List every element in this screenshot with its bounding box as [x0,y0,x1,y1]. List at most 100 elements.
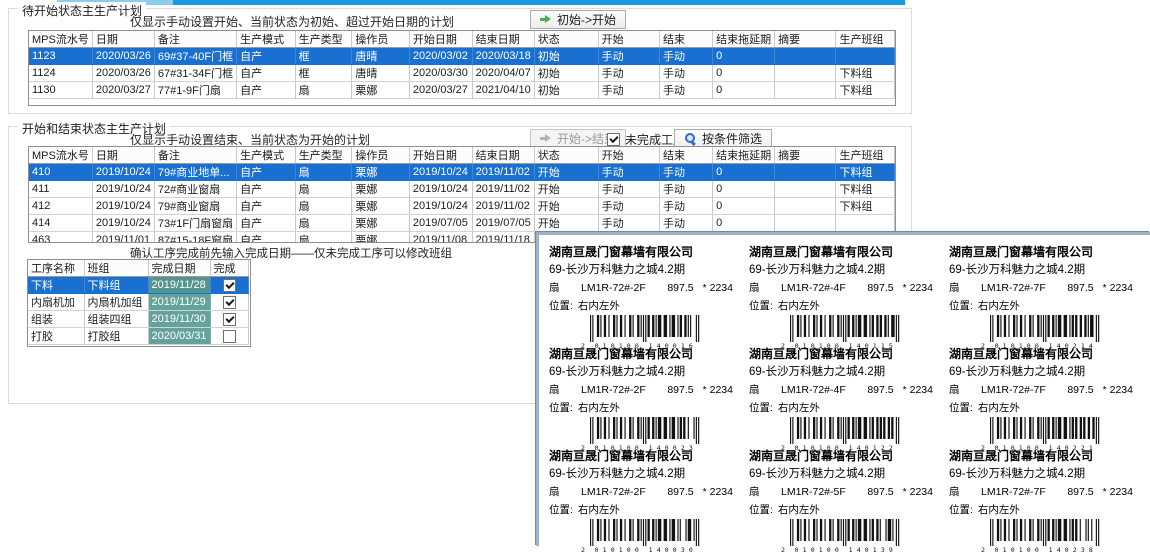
column-header[interactable]: 状态 [534,31,598,48]
table-cell[interactable]: 0 [713,215,775,232]
table-cell[interactable]: 1130 [29,82,92,99]
table-row[interactable]: 11302020/03/2777#1-9F门扇自产扇栗娜2020/03/2720… [29,82,895,99]
column-header[interactable]: 结束 [660,31,713,48]
table-cell[interactable]: 2019/11/02 [472,198,534,215]
pending-plans-table[interactable]: MPS流水号日期备注生产模式生产类型操作员开始日期结束日期状态开始结束结束拖延期… [28,30,896,106]
table-cell[interactable]: 自产 [237,215,295,232]
table-cell[interactable]: 栗娜 [352,181,409,198]
table-cell[interactable]: 内扇机加组 [84,294,148,311]
table-cell[interactable]: 扇 [295,82,352,99]
table-cell[interactable]: 2020/03/18 [472,48,534,65]
table-cell[interactable]: 组装 [28,311,84,328]
table-cell[interactable]: 自产 [237,164,295,181]
table-cell[interactable]: 2019/10/24 [409,164,472,181]
table-cell[interactable]: 自产 [237,198,295,215]
column-header[interactable]: 状态 [534,147,598,164]
table-cell[interactable]: 2020/03/30 [409,65,472,82]
column-header[interactable]: 摘要 [775,31,836,48]
table-cell[interactable]: 手动 [660,65,713,82]
column-header[interactable]: 摘要 [775,147,836,164]
table-cell[interactable]: 411 [29,181,92,198]
table-cell[interactable] [775,48,836,65]
table-cell[interactable]: 0 [713,181,775,198]
table-cell[interactable]: 0 [713,65,775,82]
table-row[interactable]: 11232020/03/2669#37-40F门框自产框唐晴2020/03/02… [29,48,895,65]
active-plans-table[interactable]: MPS流水号日期备注生产模式生产类型操作员开始日期结束日期状态开始结束结束拖延期… [28,146,896,243]
table-cell[interactable]: 2019/10/24 [409,181,472,198]
table-cell[interactable]: 手动 [598,164,659,181]
table-cell[interactable]: 下料 [28,277,84,294]
table-cell[interactable]: 1124 [29,65,92,82]
completion-checkbox[interactable] [223,313,236,326]
table-cell[interactable]: 栗娜 [352,198,409,215]
table-cell[interactable]: 开始 [534,181,598,198]
column-header[interactable]: 结束日期 [472,147,534,164]
table-cell[interactable]: 2019/10/24 [92,198,154,215]
table-cell[interactable]: 内扇机加 [28,294,84,311]
completion-checkbox[interactable] [223,296,236,309]
table-cell[interactable]: 2020/03/02 [409,48,472,65]
table-cell[interactable]: 栗娜 [352,164,409,181]
table-cell[interactable]: 2019/11/28 [148,277,210,294]
table-cell[interactable]: 67#31-34F门框 [154,65,236,82]
column-header[interactable]: 生产类型 [295,147,352,164]
column-header[interactable]: 开始日期 [409,147,472,164]
table-cell[interactable]: 2020/03/27 [409,82,472,99]
table-cell[interactable]: 0 [713,164,775,181]
table-cell[interactable]: 2019/10/24 [409,198,472,215]
table-cell[interactable] [775,65,836,82]
table-cell[interactable]: 87#15-18F窗扇 [154,232,236,244]
table-row[interactable]: 11242020/03/2667#31-34F门框自产框唐晴2020/03/30… [29,65,895,82]
table-cell[interactable]: 下料组 [836,198,895,215]
table-cell[interactable]: 2020/03/31 [148,328,210,345]
table-cell[interactable]: 72#商业窗扇 [154,181,236,198]
table-cell[interactable]: 扇 [295,198,352,215]
table-row[interactable]: 下料下料组2019/11/28 [28,277,248,294]
table-cell[interactable]: 手动 [660,181,713,198]
column-header[interactable]: 生产班组 [836,147,895,164]
table-cell[interactable]: 1123 [29,48,92,65]
table-cell[interactable] [210,328,248,345]
table-cell[interactable]: 2020/03/26 [92,65,154,82]
table-cell[interactable]: 自产 [237,232,295,244]
column-header[interactable]: 班组 [84,260,148,277]
table-cell[interactable]: 唐晴 [352,65,409,82]
table-cell[interactable]: 框 [295,65,352,82]
table-cell[interactable]: 自产 [237,181,295,198]
table-cell[interactable]: 手动 [660,164,713,181]
column-header[interactable]: 开始 [598,31,659,48]
table-cell[interactable]: 自产 [237,48,295,65]
table-cell[interactable]: 2020/04/07 [472,65,534,82]
table-cell[interactable]: 手动 [598,181,659,198]
table-cell[interactable]: 2019/07/05 [472,215,534,232]
table-row[interactable]: 4102019/10/2479#商业地单...自产扇栗娜2019/10/2420… [29,164,895,181]
table-cell[interactable] [775,164,836,181]
table-cell[interactable]: 初始 [534,48,598,65]
table-cell[interactable] [775,198,836,215]
table-cell[interactable]: 手动 [660,198,713,215]
table-cell[interactable]: 2019/10/24 [92,215,154,232]
table-cell[interactable]: 组装四组 [84,311,148,328]
column-header[interactable]: 生产模式 [237,31,295,48]
table-cell[interactable]: 初始 [534,82,598,99]
table-cell[interactable] [836,48,895,65]
table-row[interactable]: 4122019/10/2479#商业窗扇自产扇栗娜2019/10/242019/… [29,198,895,215]
column-header[interactable]: 日期 [92,31,154,48]
table-cell[interactable]: 栗娜 [352,215,409,232]
table-cell[interactable]: 2021/04/10 [472,82,534,99]
column-header[interactable]: 操作员 [352,147,409,164]
table-cell[interactable]: 下料组 [836,164,895,181]
table-cell[interactable]: 73#1F门扇窗扇 [154,215,236,232]
column-header[interactable]: 结束日期 [472,31,534,48]
table-cell[interactable] [836,215,895,232]
table-row[interactable]: 4142019/10/2473#1F门扇窗扇自产扇栗娜2019/07/05201… [29,215,895,232]
table-cell[interactable]: 自产 [237,65,295,82]
table-cell[interactable] [775,82,836,99]
column-header[interactable]: 操作员 [352,31,409,48]
table-cell[interactable]: 2019/11/02 [472,164,534,181]
table-cell[interactable]: 手动 [598,82,659,99]
table-cell[interactable]: 下料组 [836,82,895,99]
column-header[interactable]: 备注 [154,147,236,164]
column-header[interactable]: MPS流水号 [29,31,92,48]
table-cell[interactable]: 463 [29,232,92,244]
